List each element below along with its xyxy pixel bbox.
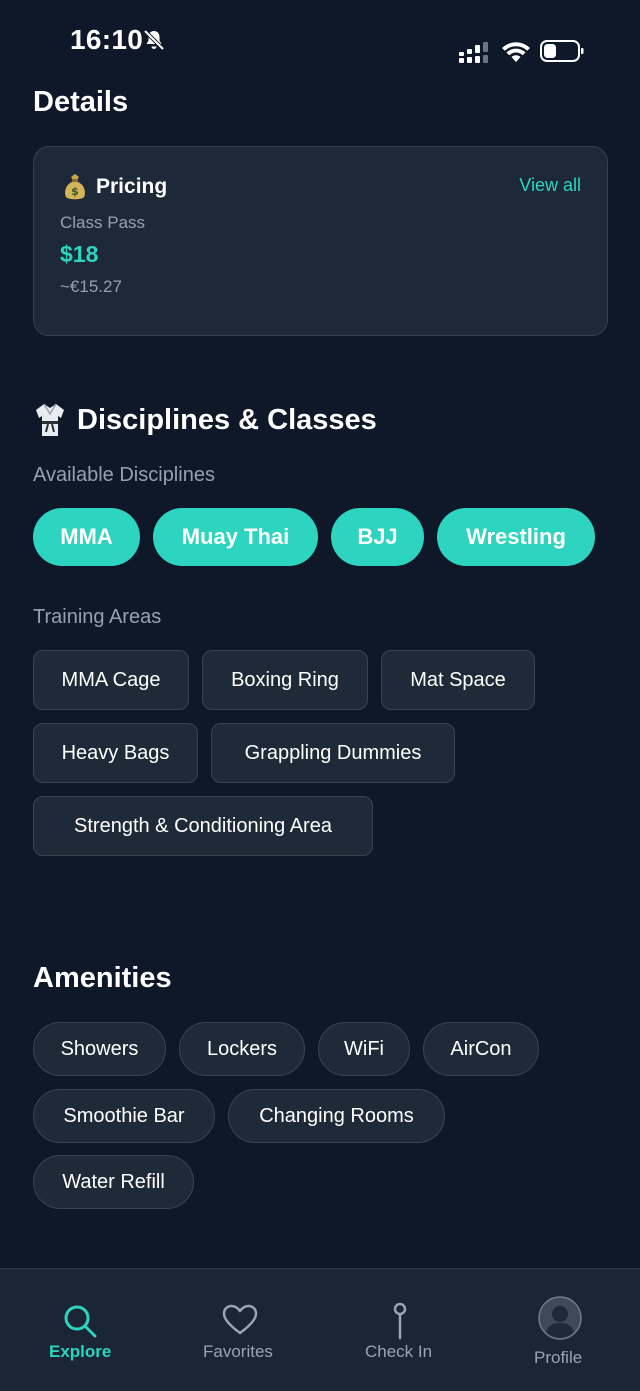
price-converted: ~€15.27	[60, 277, 122, 296]
status-bar: 16:10	[0, 0, 640, 80]
amenity-chip: Showers	[33, 1022, 166, 1076]
nav-label-profile: Profile	[534, 1348, 583, 1367]
nav-label-explore: Explore	[49, 1342, 112, 1361]
wifi-icon	[502, 42, 530, 62]
training-area-tag: MMA Cage	[33, 650, 189, 710]
nav-tab-check-in[interactable]: Check In	[355, 1269, 445, 1391]
amenity-chip: Changing Rooms	[228, 1089, 445, 1143]
training-areas-row-3: Strength & Conditioning Area	[33, 796, 373, 856]
training-areas-label: Training Areas	[33, 606, 162, 628]
pin-icon	[393, 1302, 407, 1340]
pricing-title: Pricing	[96, 175, 168, 198]
bell-muted-icon	[143, 29, 165, 51]
money-bag-icon: $	[65, 174, 85, 200]
discipline-chip-bjj[interactable]: BJJ	[331, 508, 424, 566]
available-disciplines-label: Available Disciplines	[33, 464, 215, 486]
training-area-tag: Heavy Bags	[33, 723, 198, 783]
training-area-tag: Boxing Ring	[202, 650, 368, 710]
status-time: 16:10	[70, 24, 144, 55]
discipline-chips: MMA Muay Thai BJJ Wrestling	[33, 508, 595, 566]
disciplines-heading: Disciplines & Classes	[77, 403, 377, 436]
discipline-chip-wrestling[interactable]: Wrestling	[437, 508, 595, 566]
amenity-chip: WiFi	[318, 1022, 410, 1076]
view-all-link[interactable]: View all	[519, 175, 581, 196]
amenity-chip: Smoothie Bar	[33, 1089, 215, 1143]
training-area-tag: Strength & Conditioning Area	[33, 796, 373, 856]
search-icon	[64, 1305, 97, 1338]
battery-icon	[540, 40, 584, 62]
bottom-nav: Explore Favorites Check In Profile	[0, 1268, 640, 1391]
nav-tab-favorites[interactable]: Favorites	[195, 1269, 285, 1391]
svg-text:$: $	[71, 185, 79, 198]
nav-tab-profile[interactable]: Profile	[520, 1269, 600, 1391]
details-heading: Details	[33, 86, 129, 118]
heart-icon	[222, 1304, 258, 1335]
amenities-row-3: Water Refill	[33, 1155, 194, 1209]
training-areas-row-2: Heavy Bags Grappling Dummies	[33, 723, 455, 783]
screen: 16:10 Details $ Pricing View all Class P…	[0, 0, 640, 1391]
amenity-chip: AirCon	[423, 1022, 539, 1076]
nav-label-check-in: Check In	[365, 1342, 433, 1361]
avatar	[538, 1296, 582, 1340]
amenity-chip: Water Refill	[33, 1155, 194, 1209]
training-area-tag: Grappling Dummies	[211, 723, 455, 783]
pricing-card: $ Pricing View all Class Pass $18 ~€15.2…	[33, 146, 608, 336]
discipline-chip-mma[interactable]: MMA	[33, 508, 140, 566]
training-area-tag: Mat Space	[381, 650, 535, 710]
price-value: $18	[60, 241, 99, 267]
cellular-signal-icon	[459, 42, 488, 63]
nav-tab-explore[interactable]: Explore	[40, 1269, 120, 1391]
training-areas-row-1: MMA Cage Boxing Ring Mat Space	[33, 650, 535, 710]
pass-label: Class Pass	[60, 213, 146, 232]
discipline-chip-muay-thai[interactable]: Muay Thai	[153, 508, 318, 566]
amenities-heading: Amenities	[33, 962, 172, 994]
nav-label-favorites: Favorites	[203, 1342, 273, 1361]
disciplines-header: Disciplines & Classes	[33, 400, 377, 440]
amenities-row-1: Showers Lockers WiFi AirCon	[33, 1022, 539, 1076]
martial-arts-uniform-icon	[36, 403, 64, 436]
amenity-chip: Lockers	[179, 1022, 305, 1076]
amenities-row-2: Smoothie Bar Changing Rooms	[33, 1089, 445, 1143]
